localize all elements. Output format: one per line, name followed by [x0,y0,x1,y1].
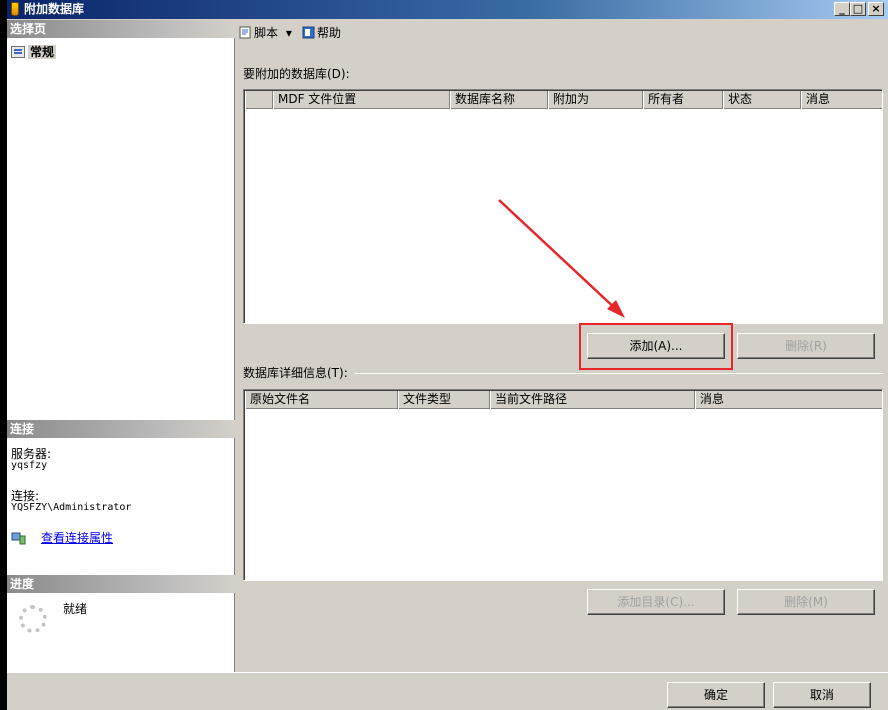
annotation-highlight-box [579,323,733,370]
attach-database-dialog: 附加数据库 _ □ × 选择页 常规 连接 服务器: yqsfzy 连接: YQ… [7,0,888,710]
annotation-arrow-icon [498,199,625,318]
